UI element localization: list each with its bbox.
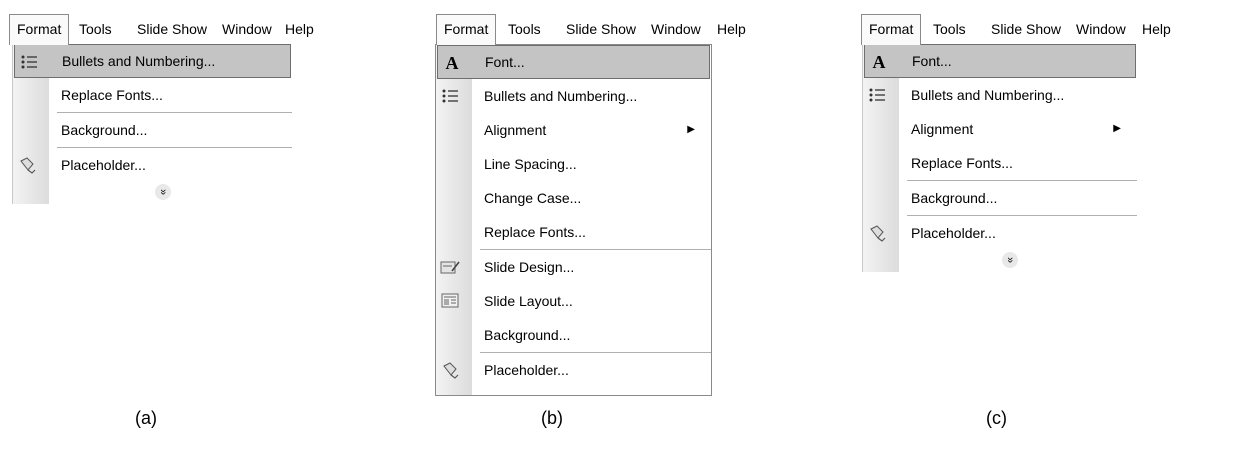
placeholder-icon	[17, 155, 37, 175]
submenu-arrow-icon: ▶	[687, 124, 695, 135]
menu-window[interactable]: Window	[215, 14, 279, 44]
expand-menu-button[interactable]: »	[13, 182, 292, 204]
menu-format[interactable]: Format	[861, 14, 922, 45]
menu-item-alignment[interactable]: Alignment ▶	[436, 113, 711, 147]
bullets-icon	[440, 86, 460, 106]
font-icon: A	[872, 51, 886, 72]
panel-b: Format Tools Slide Show Window Help A Fo…	[435, 14, 746, 396]
menu-item-background[interactable]: Background...	[13, 113, 292, 147]
chevron-double-down-icon: »	[154, 184, 171, 200]
expand-menu-button[interactable]: »	[863, 250, 1137, 272]
menu-item-change-case[interactable]: Change Case...	[436, 181, 711, 215]
menu-item-line-spacing[interactable]: Line Spacing...	[436, 147, 711, 181]
menu-item-replace-fonts[interactable]: Replace Fonts...	[13, 78, 292, 112]
caption-c: (c)	[986, 408, 1007, 428]
menu-help[interactable]: Help	[710, 14, 753, 44]
bullets-icon	[867, 85, 887, 105]
menu-item-slide-layout[interactable]: Slide Layout...	[436, 284, 711, 318]
panel-c: Format Tools Slide Show Window Help A Fo…	[860, 14, 1235, 272]
menu-item-bullets[interactable]: Bullets and Numbering...	[14, 44, 291, 78]
menu-help[interactable]: Help	[278, 14, 321, 44]
menu-window[interactable]: Window	[1069, 14, 1133, 44]
menu-slide-show[interactable]: Slide Show	[559, 14, 643, 44]
menu-item-replace-fonts[interactable]: Replace Fonts...	[436, 215, 711, 249]
menu-help[interactable]: Help	[1135, 14, 1178, 44]
menu-item-placeholder[interactable]: Placeholder...	[13, 148, 292, 182]
menu-item-font[interactable]: A Font...	[864, 44, 1136, 78]
menu-item-background[interactable]: Background...	[436, 318, 711, 352]
menu-item-background[interactable]: Background...	[863, 181, 1137, 215]
menu-format[interactable]: Format	[9, 14, 70, 45]
menu-item-placeholder[interactable]: Placeholder...	[863, 216, 1137, 250]
format-dropdown: Bullets and Numbering... Replace Fonts..…	[12, 44, 292, 204]
menu-format[interactable]: Format	[436, 14, 497, 45]
slide-design-icon	[440, 257, 460, 277]
caption-a: (a)	[135, 408, 157, 428]
menu-tools[interactable]: Tools	[501, 14, 548, 44]
menu-bar: Format Tools Slide Show Window Help	[8, 14, 314, 45]
menu-slide-show[interactable]: Slide Show	[130, 14, 214, 44]
submenu-arrow-icon: ▶	[1113, 123, 1121, 134]
chevron-double-down-icon: »	[1002, 252, 1018, 268]
slide-layout-icon	[440, 291, 460, 311]
format-dropdown: A Font... Bullets and Numbering... Align…	[435, 44, 712, 396]
caption-b: (b)	[541, 408, 563, 428]
menu-item-bullets[interactable]: Bullets and Numbering...	[863, 78, 1137, 112]
menu-tools[interactable]: Tools	[72, 14, 119, 44]
font-icon: A	[445, 52, 459, 73]
bullets-icon	[19, 52, 39, 72]
panel-a: Format Tools Slide Show Window Help Bull…	[8, 14, 314, 204]
format-dropdown: A Font... Bullets and Numbering... Align…	[862, 44, 1137, 272]
menu-item-alignment[interactable]: Alignment ▶	[863, 112, 1137, 146]
menu-item-replace-fonts[interactable]: Replace Fonts...	[863, 146, 1137, 180]
menu-item-slide-design[interactable]: Slide Design...	[436, 250, 711, 284]
menu-window[interactable]: Window	[644, 14, 708, 44]
menu-slide-show[interactable]: Slide Show	[984, 14, 1068, 44]
menu-tools[interactable]: Tools	[926, 14, 973, 44]
menu-item-bullets[interactable]: Bullets and Numbering...	[436, 79, 711, 113]
placeholder-icon	[440, 360, 460, 380]
placeholder-icon	[867, 223, 887, 243]
menu-bar: Format Tools Slide Show Window Help	[860, 14, 1235, 45]
menu-item-placeholder[interactable]: Placeholder...	[436, 353, 711, 387]
menu-item-font[interactable]: A Font...	[437, 45, 710, 79]
menu-bar: Format Tools Slide Show Window Help	[435, 14, 746, 45]
